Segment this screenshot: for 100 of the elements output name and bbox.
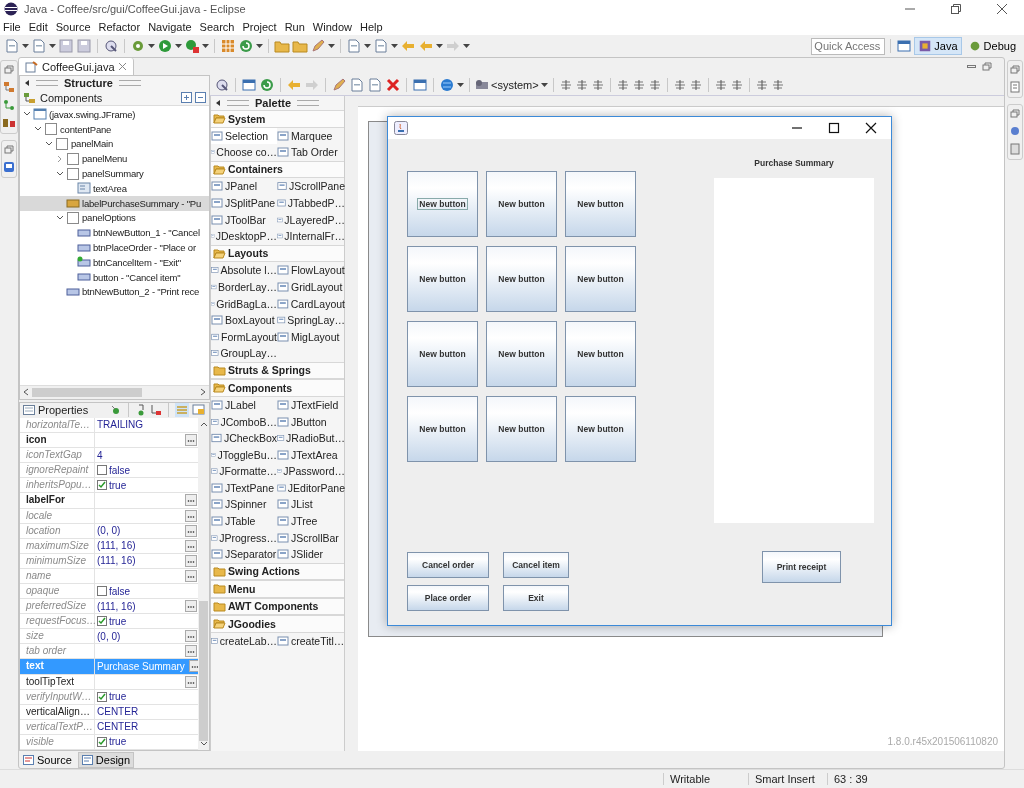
tree-icon[interactable] bbox=[3, 99, 15, 111]
palette-item[interactable]: Absolute l… bbox=[211, 262, 277, 279]
new-button[interactable]: New button bbox=[407, 396, 478, 462]
property-name[interactable]: verifyInputW… bbox=[20, 689, 95, 704]
palette-item[interactable]: JPassword… bbox=[277, 463, 345, 480]
menu-item[interactable]: Edit bbox=[28, 20, 48, 33]
palette-item[interactable]: BorderLay… bbox=[211, 278, 277, 296]
refresh-icon[interactable] bbox=[259, 77, 275, 93]
look-and-feel-dropdown[interactable]: <system> bbox=[491, 79, 539, 91]
more-button[interactable] bbox=[185, 509, 197, 522]
tree-item[interactable]: panelMain bbox=[20, 136, 209, 152]
property-value[interactable]: CENTER bbox=[97, 706, 139, 718]
palette-item[interactable]: JToolBar bbox=[211, 211, 277, 228]
property-name[interactable]: tab order bbox=[20, 644, 95, 659]
tree-item[interactable]: contentPane bbox=[20, 121, 209, 137]
palette-category[interactable]: JGoodies bbox=[211, 615, 344, 633]
property-name[interactable]: verticalAlign… bbox=[20, 704, 95, 719]
palette-item[interactable]: Choose co… bbox=[211, 144, 277, 161]
option-button[interactable]: Cancel item bbox=[503, 552, 569, 578]
palette-category[interactable]: Swing Actions bbox=[211, 562, 344, 581]
editor-tab[interactable]: CoffeeGui.java bbox=[19, 58, 134, 75]
property-value[interactable]: false bbox=[109, 464, 131, 476]
menu-item[interactable]: Search bbox=[199, 20, 235, 33]
more-button[interactable] bbox=[185, 554, 197, 567]
palette-item[interactable]: GridLayout bbox=[277, 278, 345, 296]
palette-item[interactable]: JComboB… bbox=[211, 413, 277, 430]
new-button[interactable]: New button bbox=[486, 321, 557, 387]
palette-category[interactable]: Layouts bbox=[211, 244, 344, 263]
scroll-down-icon[interactable] bbox=[199, 741, 208, 747]
palette-item[interactable]: JLabel bbox=[211, 396, 277, 414]
property-name[interactable]: opaque bbox=[20, 583, 95, 599]
property-value[interactable]: (0, 0) bbox=[97, 525, 121, 537]
palette-item[interactable]: JRadioBut… bbox=[277, 429, 345, 447]
more-button[interactable] bbox=[185, 600, 197, 613]
palette-item[interactable]: JPanel bbox=[211, 178, 277, 195]
tree-item[interactable]: btnNewButton_2 - "Print rece bbox=[20, 284, 209, 300]
palette-item[interactable]: JScrollBar bbox=[277, 529, 345, 546]
more-button[interactable] bbox=[185, 569, 197, 582]
property-value[interactable]: true bbox=[109, 691, 127, 703]
property-name[interactable]: preferredSize bbox=[20, 599, 95, 614]
new-button[interactable]: New button bbox=[486, 246, 557, 312]
open-perspective-icon[interactable] bbox=[896, 38, 913, 54]
palette-item[interactable]: JTable bbox=[211, 512, 277, 530]
quick-access-field[interactable]: Quick Access bbox=[811, 37, 886, 55]
property-name[interactable]: minimumSize bbox=[20, 553, 95, 568]
palette-item[interactable]: JTextPane bbox=[211, 479, 277, 497]
menu-item[interactable]: Navigate bbox=[148, 20, 192, 33]
palette-category[interactable]: Menu bbox=[211, 580, 344, 598]
property-name[interactable]: visible bbox=[20, 734, 95, 749]
property-value[interactable]: true bbox=[109, 615, 127, 627]
collapse-all-icon[interactable] bbox=[195, 92, 206, 103]
list-icon[interactable] bbox=[1008, 143, 1021, 155]
checkbox[interactable] bbox=[97, 586, 107, 596]
tree-item[interactable]: btnNewButton_1 - "Cancel bbox=[20, 225, 209, 241]
more-button[interactable] bbox=[185, 434, 197, 447]
palette-item[interactable]: JList bbox=[277, 496, 345, 513]
menu-item[interactable]: Window bbox=[312, 20, 352, 33]
palette-item[interactable]: MigLayout bbox=[277, 328, 345, 346]
more-button[interactable] bbox=[185, 539, 197, 552]
more-button[interactable] bbox=[185, 645, 197, 658]
palette-category[interactable]: System bbox=[211, 110, 344, 128]
option-button[interactable]: Place order bbox=[407, 585, 489, 611]
palette-category[interactable]: Containers bbox=[211, 160, 344, 179]
property-name[interactable]: size bbox=[20, 629, 95, 644]
palette-item[interactable]: JTextArea bbox=[277, 446, 345, 463]
scroll-left-icon[interactable] bbox=[23, 388, 29, 397]
menu-item[interactable]: Project bbox=[242, 20, 277, 33]
palette-item[interactable]: createLab… bbox=[211, 632, 277, 650]
tree-item[interactable]: panelMenu bbox=[20, 151, 209, 167]
palette-item[interactable]: JProgress… bbox=[211, 529, 277, 546]
menu-item[interactable]: Help bbox=[360, 20, 383, 33]
palette-item[interactable]: JTree bbox=[277, 512, 345, 530]
tree-item[interactable]: (javax.swing.JFrame) bbox=[20, 107, 209, 122]
hierarchy-icon[interactable] bbox=[3, 81, 15, 93]
new-button[interactable]: New button bbox=[565, 321, 636, 387]
checkbox[interactable] bbox=[97, 480, 107, 491]
palette-item[interactable]: JSpinner bbox=[211, 496, 277, 513]
palette-item[interactable]: JEditorPane bbox=[277, 479, 345, 497]
property-name[interactable]: location bbox=[20, 523, 95, 538]
task-icon[interactable] bbox=[1008, 125, 1021, 137]
tree-item[interactable]: textArea bbox=[20, 181, 209, 196]
property-value[interactable]: (0, 0) bbox=[97, 630, 121, 642]
junit-icon[interactable] bbox=[2, 117, 16, 129]
palette-item[interactable]: JLayeredP… bbox=[277, 211, 345, 228]
tree-item[interactable]: labelPurchaseSummary - "Pu bbox=[20, 195, 209, 211]
tree-item[interactable]: panelSummary bbox=[20, 166, 209, 181]
more-button[interactable] bbox=[185, 494, 197, 507]
property-name[interactable]: requestFocus… bbox=[20, 614, 95, 629]
menu-item[interactable]: Run bbox=[284, 20, 305, 33]
new-button[interactable]: New button bbox=[486, 171, 557, 237]
property-value[interactable]: true bbox=[109, 479, 127, 491]
new-button[interactable]: New button bbox=[565, 171, 636, 237]
run-icon[interactable] bbox=[157, 38, 173, 54]
option-button[interactable]: Exit bbox=[503, 585, 569, 611]
folder-icon[interactable] bbox=[274, 38, 290, 54]
new-button[interactable]: New button bbox=[565, 246, 636, 312]
property-value[interactable]: true bbox=[109, 736, 127, 748]
new-button[interactable]: New button bbox=[486, 396, 557, 462]
checkbox[interactable] bbox=[97, 691, 107, 702]
palette-item[interactable]: CardLayout bbox=[277, 295, 345, 312]
